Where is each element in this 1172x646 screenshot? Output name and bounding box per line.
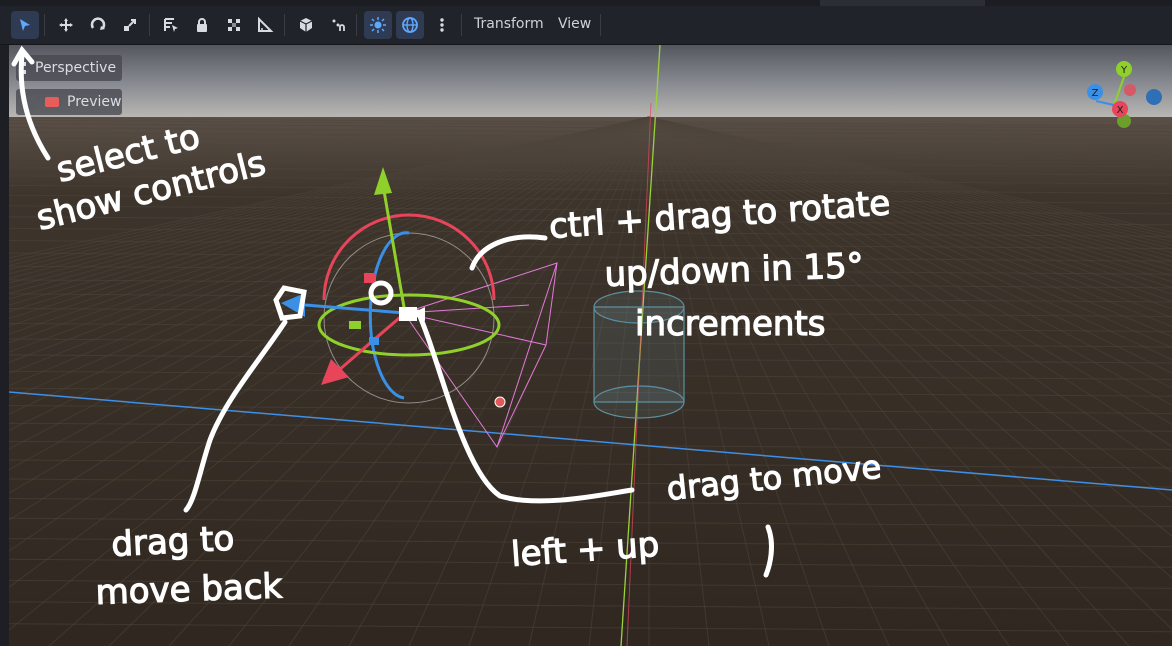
y-axis-label: Y xyxy=(1120,65,1128,76)
perspective-label: Perspective xyxy=(35,60,117,76)
group-icon xyxy=(228,19,240,31)
more-icon xyxy=(440,18,444,32)
move-tool-button[interactable] xyxy=(52,11,80,39)
more-options-button[interactable] xyxy=(428,11,456,39)
camera-icon xyxy=(45,97,59,107)
lock-icon xyxy=(197,18,207,32)
dock-edge xyxy=(0,45,9,646)
scale-tool-button[interactable] xyxy=(116,11,144,39)
sun-icon xyxy=(370,17,386,33)
transform-menu[interactable]: Transform xyxy=(474,16,544,32)
list-select-button[interactable] xyxy=(157,11,185,39)
local-space-button[interactable] xyxy=(292,11,320,39)
local-space-icon xyxy=(299,18,313,32)
ruler-icon xyxy=(258,16,274,32)
negative-x-handle[interactable] xyxy=(1124,84,1136,96)
rotate-icon xyxy=(90,17,106,30)
menu-dots-icon xyxy=(23,62,29,74)
list-select-icon xyxy=(164,18,178,32)
scale-icon xyxy=(124,19,136,31)
negative-z-handle[interactable] xyxy=(1146,89,1162,105)
3d-viewport[interactable]: Y Z X Perspective Preview xyxy=(9,45,1172,646)
preview-checkbox[interactable] xyxy=(24,95,37,109)
snap-button[interactable] xyxy=(324,11,352,39)
scene-canvas: Y Z X xyxy=(9,45,1172,646)
light-marker xyxy=(494,396,506,408)
perspective-menu-button[interactable]: Perspective xyxy=(16,55,122,81)
toolbar-separator xyxy=(284,14,285,36)
environment-preview-button[interactable] xyxy=(396,11,424,39)
toolbar-separator xyxy=(600,14,601,36)
globe-icon xyxy=(402,17,418,33)
x-axis-label: X xyxy=(1117,105,1124,116)
toolbar-separator xyxy=(149,14,150,36)
view-menu[interactable]: View xyxy=(558,16,591,32)
group-button[interactable] xyxy=(220,11,248,39)
z-axis-label: Z xyxy=(1092,88,1099,99)
preview-toggle[interactable]: Preview xyxy=(16,89,122,115)
cylinder-mesh xyxy=(593,290,685,419)
select-icon xyxy=(20,19,30,31)
camera-node-icon xyxy=(399,307,425,321)
toolbar-separator xyxy=(44,14,45,36)
sun-preview-button[interactable] xyxy=(364,11,392,39)
move-icon xyxy=(59,18,73,32)
rotate-tool-button[interactable] xyxy=(84,11,112,39)
snap-icon xyxy=(332,19,345,31)
preview-label: Preview xyxy=(67,94,122,110)
ruler-button[interactable] xyxy=(251,11,279,39)
select-tool-button[interactable] xyxy=(11,11,39,39)
toolbar-separator xyxy=(356,14,357,36)
lock-button[interactable] xyxy=(188,11,216,39)
toolbar-separator xyxy=(461,14,462,36)
sky xyxy=(9,45,1172,117)
viewport-toolbar: Transform View xyxy=(0,6,1172,45)
